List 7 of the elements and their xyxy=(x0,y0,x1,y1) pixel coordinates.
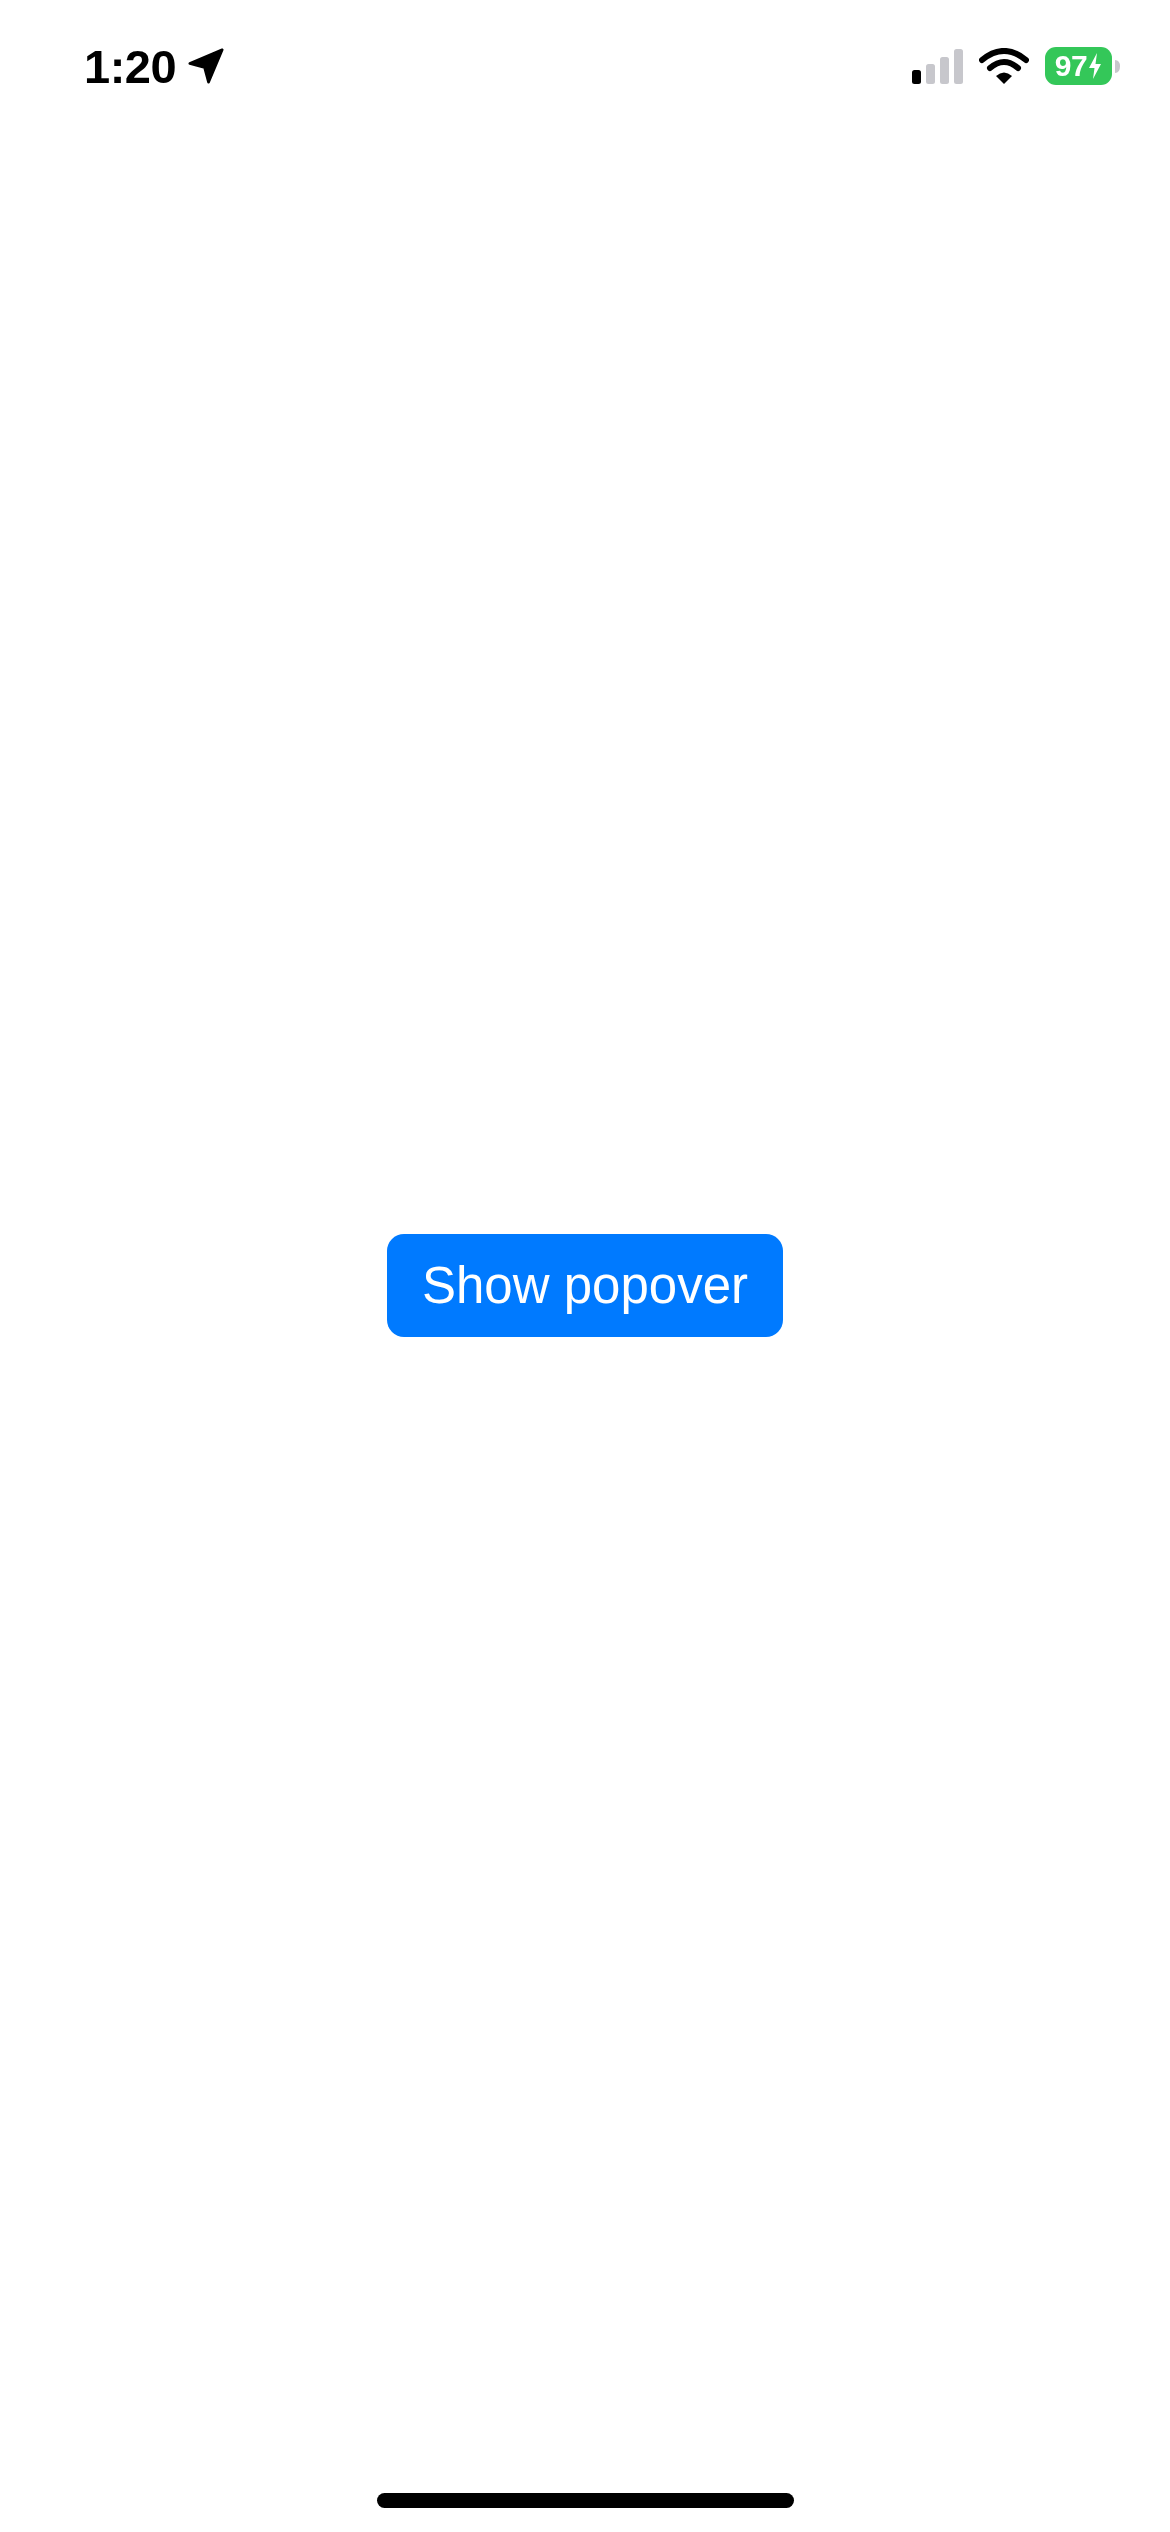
home-indicator[interactable] xyxy=(376,2493,794,2508)
show-popover-button[interactable]: Show popover xyxy=(386,1233,783,1337)
wifi-icon xyxy=(979,48,1029,84)
status-time: 1:20 xyxy=(84,42,177,90)
cellular-signal-icon xyxy=(912,48,963,84)
battery-cap-icon xyxy=(1115,59,1120,73)
battery-percent: 97 xyxy=(1054,51,1088,81)
